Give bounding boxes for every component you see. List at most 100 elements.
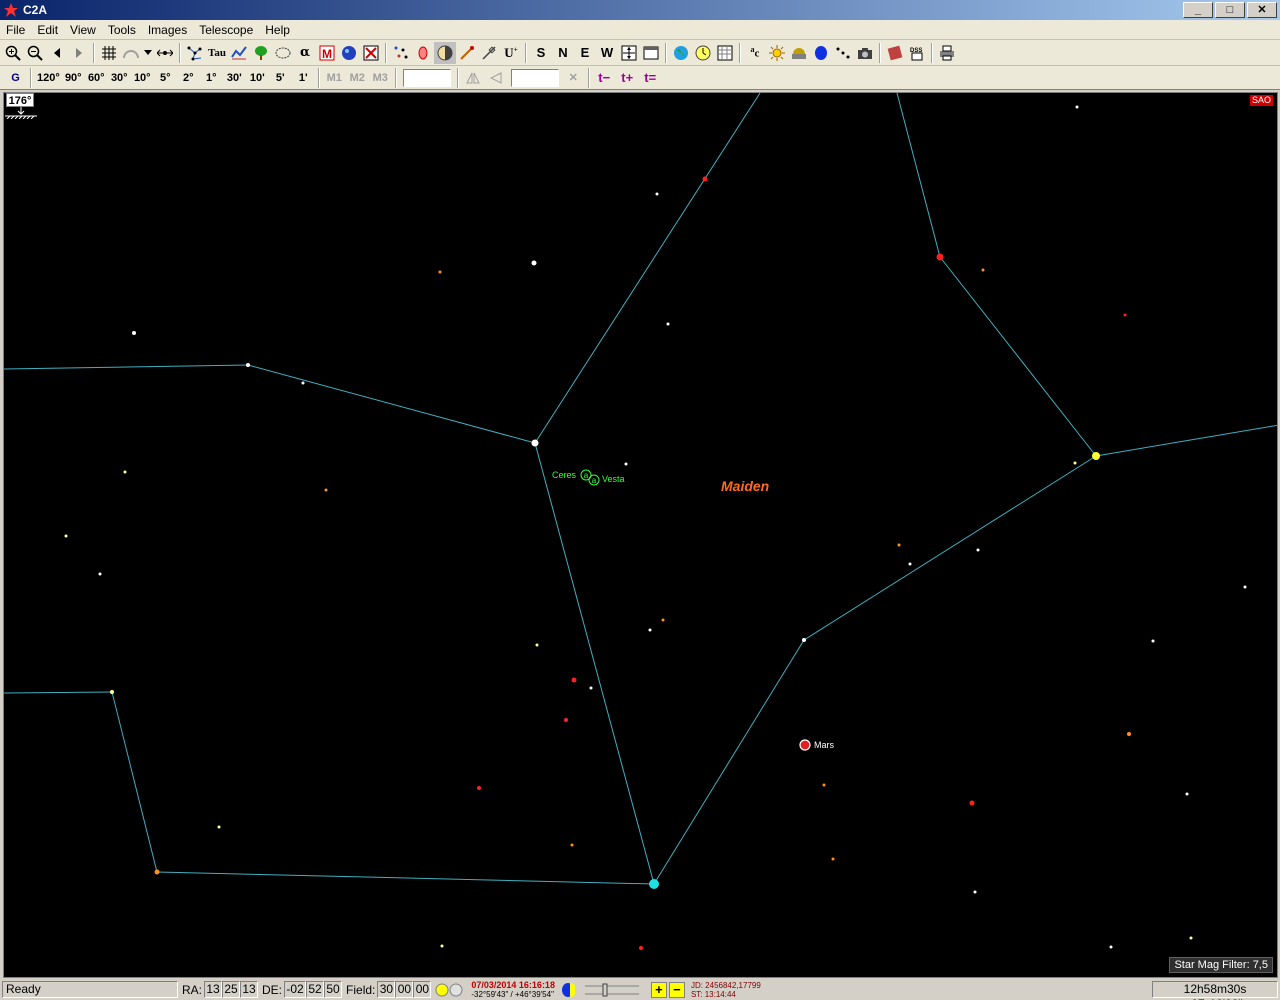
constellation-lines-button[interactable]: [184, 42, 206, 64]
menu-view[interactable]: View: [64, 23, 102, 37]
horizon-dropdown[interactable]: [142, 42, 154, 64]
star[interactable]: [64, 534, 68, 538]
minimize-button[interactable]: _: [1183, 2, 1213, 18]
star-spica[interactable]: [649, 879, 659, 889]
sun-button[interactable]: [766, 42, 788, 64]
comet-button[interactable]: [456, 42, 478, 64]
ra-minutes[interactable]: 25: [222, 981, 241, 998]
field-2-button[interactable]: 2°: [177, 68, 200, 88]
star[interactable]: [976, 548, 980, 552]
marker-m1-button[interactable]: M1: [323, 68, 346, 88]
star[interactable]: [98, 572, 102, 576]
star[interactable]: [1151, 639, 1155, 643]
menu-images[interactable]: Images: [142, 23, 193, 37]
marker-m2-button[interactable]: M2: [346, 68, 369, 88]
menu-tools[interactable]: Tools: [102, 23, 142, 37]
sky-map[interactable]: a a: [4, 93, 1278, 978]
book-button[interactable]: [884, 42, 906, 64]
star[interactable]: [564, 718, 568, 722]
sun-moon-icon[interactable]: [435, 982, 465, 998]
star[interactable]: [831, 857, 835, 861]
labels-button[interactable]: ac: [744, 42, 766, 64]
zenith-button[interactable]: [618, 42, 640, 64]
moon-phase-button[interactable]: [434, 41, 456, 64]
camera-button[interactable]: [854, 42, 876, 64]
ceres-label[interactable]: Ceres: [552, 470, 576, 480]
planet-button[interactable]: [810, 42, 832, 64]
time-now-button[interactable]: t=: [639, 68, 662, 88]
messier-button[interactable]: M: [316, 42, 338, 64]
field-1min-button[interactable]: 1': [292, 68, 315, 88]
star[interactable]: [973, 890, 977, 894]
star[interactable]: [639, 946, 643, 950]
back-button[interactable]: [46, 42, 68, 64]
field-global-button[interactable]: G: [4, 68, 27, 88]
center-button[interactable]: [154, 42, 176, 64]
star[interactable]: [1075, 105, 1079, 109]
field-10min-button[interactable]: 10': [246, 68, 269, 88]
menu-file[interactable]: File: [0, 23, 31, 37]
star[interactable]: [531, 260, 537, 266]
de-seconds[interactable]: 50: [324, 981, 343, 998]
star[interactable]: [648, 628, 652, 632]
stars-button[interactable]: [390, 42, 412, 64]
flip-vertical-button[interactable]: [485, 68, 508, 88]
north-button[interactable]: N: [552, 42, 574, 64]
menu-telescope[interactable]: Telescope: [193, 23, 259, 37]
horizon-button[interactable]: [120, 42, 142, 64]
print-button[interactable]: [936, 42, 958, 64]
star[interactable]: [655, 192, 659, 196]
star[interactable]: [132, 331, 136, 335]
vesta-label[interactable]: Vesta: [602, 474, 625, 484]
star[interactable]: [624, 462, 628, 466]
moon-phase-icon[interactable]: [561, 982, 575, 998]
star[interactable]: [438, 270, 442, 274]
tree-button[interactable]: [250, 42, 272, 64]
star[interactable]: [324, 488, 328, 492]
star[interactable]: [666, 322, 670, 326]
star[interactable]: [531, 439, 539, 447]
star[interactable]: [1109, 945, 1113, 949]
star[interactable]: [217, 825, 221, 829]
west-button[interactable]: W: [596, 42, 618, 64]
constellation-boundaries-button[interactable]: [228, 42, 250, 64]
star-mag-filter[interactable]: Star Mag Filter: 7,5: [1169, 957, 1273, 973]
star[interactable]: [110, 690, 114, 694]
menu-help[interactable]: Help: [259, 23, 296, 37]
field-90-button[interactable]: 90°: [62, 68, 85, 88]
star[interactable]: [1189, 936, 1193, 940]
star[interactable]: [661, 618, 665, 622]
sky-chart[interactable]: a a 176° SAO Maiden Ceres Vesta Mars Sta…: [3, 92, 1278, 978]
field-5min-button[interactable]: 5': [269, 68, 292, 88]
zoom-out-button[interactable]: [24, 42, 46, 64]
star[interactable]: [1092, 452, 1100, 460]
ra-hours[interactable]: 13: [204, 981, 223, 998]
star[interactable]: [440, 944, 444, 948]
mars-label[interactable]: Mars: [814, 740, 834, 750]
greek-letters-button[interactable]: α: [294, 42, 316, 64]
calendar-button[interactable]: [714, 42, 736, 64]
south-button[interactable]: S: [530, 42, 552, 64]
zoom-in-button[interactable]: [2, 42, 24, 64]
catalog-badge[interactable]: SAO: [1249, 95, 1273, 106]
star[interactable]: [571, 677, 577, 683]
time-forward-button[interactable]: t+: [616, 68, 639, 88]
field-60-button[interactable]: 60°: [85, 68, 108, 88]
minus-button[interactable]: −: [668, 981, 685, 998]
menu-edit[interactable]: Edit: [31, 23, 64, 37]
star[interactable]: [535, 643, 539, 647]
star[interactable]: [1127, 732, 1131, 736]
field-30min-button[interactable]: 30': [223, 68, 246, 88]
rotation-input[interactable]: [510, 68, 559, 87]
time-slider[interactable]: [583, 982, 641, 998]
search-input[interactable]: [402, 68, 451, 87]
field-30-button[interactable]: 30°: [108, 68, 131, 88]
uranometria-button[interactable]: U+: [500, 42, 522, 64]
window-button[interactable]: [640, 42, 662, 64]
galaxy-button[interactable]: [412, 42, 434, 64]
clear-rotation-button[interactable]: ✕: [562, 68, 585, 88]
star[interactable]: [1185, 792, 1189, 796]
star[interactable]: [981, 268, 985, 272]
star[interactable]: [301, 381, 305, 385]
datetime-display[interactable]: 07/03/2014 16:16:18 -32°59'43" / +46°39'…: [471, 980, 555, 999]
